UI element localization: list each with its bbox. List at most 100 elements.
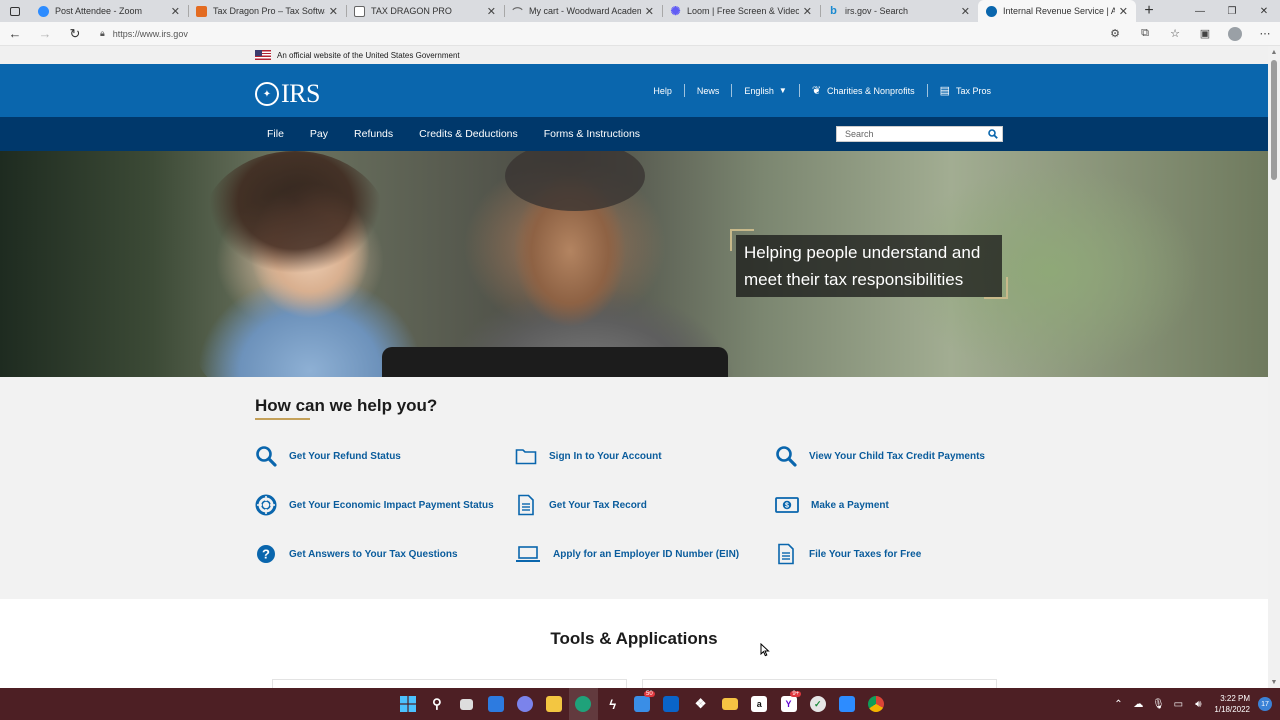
util-news-link[interactable]: News	[683, 84, 732, 97]
search-input[interactable]	[837, 129, 984, 139]
more-menu-icon[interactable]: ⋯	[1250, 22, 1280, 46]
taskbar-outlook[interactable]	[657, 688, 686, 720]
help-link-label: Get Your Refund Status	[289, 450, 401, 462]
profile-avatar[interactable]	[1220, 22, 1250, 46]
help-link-sign-in[interactable]: Sign In to Your Account	[515, 445, 662, 467]
tool-card[interactable]	[642, 679, 997, 688]
microphone-icon[interactable]: 🎙︎	[1148, 699, 1168, 710]
collections-icon[interactable]: ▣	[1190, 22, 1220, 46]
tab-close-icon[interactable]: ✕	[1119, 5, 1128, 18]
teams-chat-icon	[516, 696, 533, 712]
browser-tab-loom[interactable]: ✺ Loom | Free Screen & Video Rec ✕	[662, 0, 820, 22]
help-link-label: Apply for an Employer ID Number (EIN)	[553, 548, 740, 560]
minimize-button[interactable]: —	[1184, 0, 1216, 22]
tab-title: Tax Dragon Pro – Tax Software for	[213, 6, 325, 16]
taskbar-zoom[interactable]	[832, 688, 861, 720]
notification-badge[interactable]: 17	[1258, 697, 1272, 711]
taskbar-amazon[interactable]: a	[745, 688, 774, 720]
taskbar-widgets[interactable]	[481, 688, 510, 720]
nav-file[interactable]: File	[255, 128, 297, 140]
taskbar-search[interactable]: ⚲	[422, 688, 451, 720]
question-icon: ?	[255, 543, 277, 565]
scroll-up-arrow-icon[interactable]: ▲	[1268, 46, 1280, 58]
browser-tab-zoom[interactable]: Post Attendee - Zoom ✕	[30, 0, 188, 22]
favorites-icon[interactable]: ☆	[1160, 22, 1190, 46]
zoom-icon	[38, 5, 49, 17]
browser-tab-irs[interactable]: Internal Revenue Service | An off ✕	[978, 0, 1136, 22]
document-icon	[775, 543, 797, 565]
volume-icon[interactable]: 🔊︎	[1188, 699, 1208, 710]
browser-tab-tax-dragon-pro[interactable]: TAX DRAGON PRO ✕	[346, 0, 504, 22]
site-header: ✦ IRS Help News English ▼ ❦ Charities & No…	[0, 64, 1268, 117]
tab-close-icon[interactable]: ✕	[961, 5, 970, 18]
restore-button[interactable]: ❐	[1216, 0, 1248, 22]
nav-forms-instructions[interactable]: Forms & Instructions	[531, 128, 653, 140]
util-help-link[interactable]: Help	[641, 84, 684, 97]
help-link-make-payment[interactable]: $ Make a Payment	[775, 494, 889, 516]
scroll-thumb[interactable]	[1271, 60, 1277, 180]
back-button[interactable]: ←	[0, 22, 30, 46]
browser-tab-tax-dragon[interactable]: Tax Dragon Pro – Tax Software for ✕	[188, 0, 346, 22]
bing-icon: b	[830, 5, 837, 17]
forward-button[interactable]: →	[30, 22, 60, 46]
irs-logo[interactable]: ✦ IRS	[255, 79, 320, 109]
tab-close-icon[interactable]: ✕	[803, 5, 812, 18]
nav-refunds[interactable]: Refunds	[341, 128, 406, 140]
help-link-child-tax-credit[interactable]: View Your Child Tax Credit Payments	[775, 445, 985, 467]
close-window-button[interactable]: ✕	[1248, 0, 1280, 22]
help-link-label: Make a Payment	[811, 499, 889, 511]
taskbar-teams-chat[interactable]	[510, 688, 539, 720]
scroll-down-arrow-icon[interactable]: ▼	[1268, 676, 1280, 688]
hero-tagline: Helping people understand and meet their…	[736, 235, 1002, 297]
browser-tab-woodward-cart[interactable]: ⌒ My cart - Woodward Academy ✕	[504, 0, 662, 22]
tab-close-icon[interactable]: ✕	[645, 5, 654, 18]
new-tab-button[interactable]: +	[1136, 0, 1162, 22]
help-link-tax-record[interactable]: Get Your Tax Record	[515, 494, 647, 516]
extensions-icon[interactable]: ⧉	[1130, 22, 1160, 46]
browser-tab-bing-search[interactable]: b irs.gov - Search ✕	[820, 0, 978, 22]
help-link-ein[interactable]: Apply for an Employer ID Number (EIN)	[515, 543, 739, 565]
tab-actions-menu[interactable]	[0, 0, 30, 22]
mouse-cursor-icon	[760, 642, 770, 660]
help-link-refund-status[interactable]: Get Your Refund Status	[255, 445, 401, 467]
tab-close-icon[interactable]: ✕	[171, 5, 180, 18]
taskbar-clock[interactable]: 3:22 PM 1/18/2022	[1214, 693, 1250, 715]
taskbar-mail[interactable]: 50	[627, 688, 656, 720]
tab-close-icon[interactable]: ✕	[329, 5, 338, 18]
onedrive-icon[interactable]: ☁	[1128, 699, 1148, 710]
taskbar-store[interactable]	[539, 688, 568, 720]
loom-icon: ✺	[670, 4, 681, 18]
taskbar-app-bolt[interactable]: ϟ	[598, 688, 627, 720]
taskbar-chrome[interactable]	[862, 688, 891, 720]
util-charities-link[interactable]: ❦ Charities & Nonprofits	[798, 84, 927, 97]
language-dropdown[interactable]: English ▼	[731, 84, 798, 97]
title-underline	[255, 418, 310, 420]
taskbar-dropbox[interactable]: ❖	[686, 688, 715, 720]
cart-icon: ⌒	[512, 7, 523, 19]
start-button[interactable]	[393, 688, 422, 720]
nav-credits-deductions[interactable]: Credits & Deductions	[406, 128, 531, 140]
refresh-button[interactable]: ↻	[60, 22, 90, 46]
search-icon[interactable]	[984, 126, 1002, 142]
chevron-up-icon[interactable]: ⌃	[1108, 699, 1128, 710]
network-icon[interactable]: ▭	[1168, 699, 1188, 710]
help-link-file-free[interactable]: File Your Taxes for Free	[775, 543, 921, 565]
nav-pay[interactable]: Pay	[297, 128, 341, 140]
help-link-label: Get Answers to Your Tax Questions	[289, 548, 458, 560]
help-link-label: Sign In to Your Account	[549, 450, 662, 462]
taskbar-check-app[interactable]: ✓	[803, 688, 832, 720]
help-link-eip-status[interactable]: Get Your Economic Impact Payment Status	[255, 494, 494, 516]
address-toolbar: ← → ↻ 🔒︎ https://www.irs.gov ⚙ ⧉ ☆ ▣ ⋯	[0, 22, 1280, 46]
tool-card[interactable]	[272, 679, 627, 688]
utility-nav: Help News English ▼ ❦ Charities & Nonprofi…	[641, 64, 1003, 117]
taskbar-task-view[interactable]	[452, 688, 481, 720]
help-link-tax-questions[interactable]: ? Get Answers to Your Tax Questions	[255, 543, 458, 565]
taskbar-file-explorer[interactable]	[715, 688, 744, 720]
taskbar-edge[interactable]	[568, 688, 599, 720]
page-scrollbar[interactable]: ▲ ▼	[1268, 46, 1280, 688]
tab-close-icon[interactable]: ✕	[487, 5, 496, 18]
taskbar-yahoo[interactable]: Y 9+	[774, 688, 803, 720]
address-bar[interactable]: 🔒︎ https://www.irs.gov	[100, 28, 1000, 39]
util-tax-pros-link[interactable]: ▤ Tax Pros	[926, 84, 1003, 97]
tracking-prevention-icon[interactable]: ⚙	[1100, 22, 1130, 46]
